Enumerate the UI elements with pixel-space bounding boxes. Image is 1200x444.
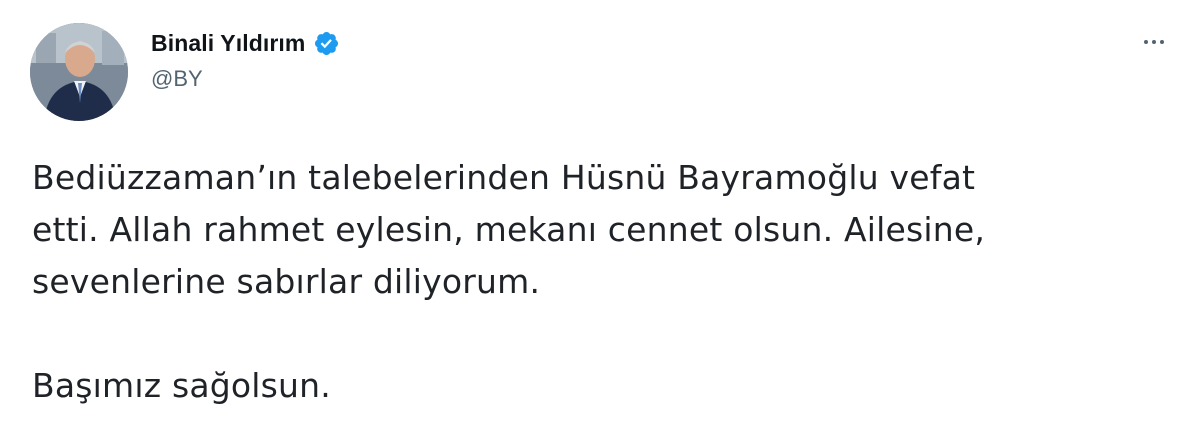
display-name[interactable]: Binali Yıldırım [151,30,305,57]
more-options-button[interactable] [1136,24,1172,60]
more-horizontal-icon [1142,40,1166,44]
tweet-line-3: sevenlerine sabırlar diliyorum. [32,262,541,301]
author-info: Binali Yıldırım @BY [151,26,340,92]
profile-photo-icon [30,23,128,121]
verified-badge-icon [313,30,340,57]
tweet-line-4: Başımız sağolsun. [32,366,331,405]
tweet-line-1: Bediüzzaman’ın talebelerinden Hüsnü Bayr… [32,158,976,197]
tweet-text: Bediüzzaman’ın talebelerinden Hüsnü Bayr… [32,152,1182,412]
tweet-card: Binali Yıldırım @BY Bediüzzaman’ın taleb… [0,0,1200,444]
author-name-row: Binali Yıldırım [151,26,340,60]
tweet-line-2: etti. Allah rahmet eylesin, mekanı cenne… [32,210,986,249]
avatar[interactable] [30,23,128,121]
author-handle[interactable]: @BY [151,66,340,92]
